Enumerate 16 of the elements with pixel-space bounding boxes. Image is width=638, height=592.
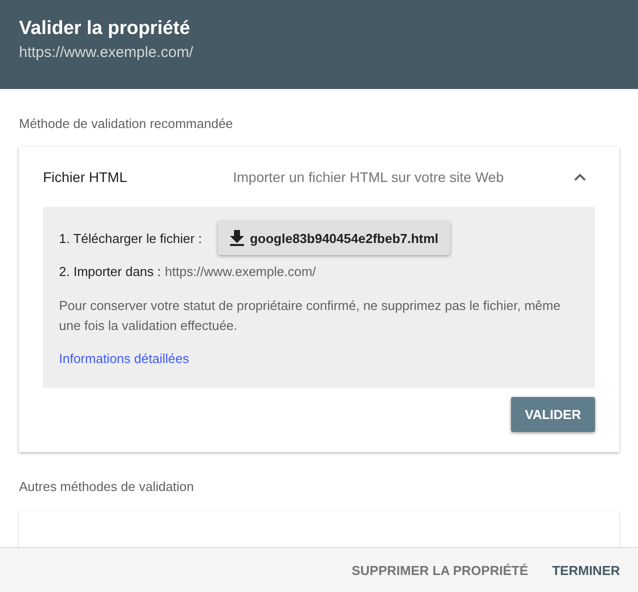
dialog-title: Valider la propriété (19, 18, 190, 40)
section-heading: Méthode de validation recommandée (19, 116, 233, 131)
step-label: 1. Télécharger le fichier : (59, 230, 202, 246)
section-heading: Autres méthodes de validation (19, 479, 194, 494)
method-name: Fichier HTML (43, 169, 128, 185)
step-label: 2. Importer dans : (59, 264, 161, 279)
validate-button[interactable]: VALIDER (510, 397, 595, 432)
note-text: Pour conserver votre statut de propriétaire confirmé, ne supprimez pas le fichier, même une fois la validation effectuée. (59, 297, 562, 335)
site-url: https://www.exemple.com/ (19, 44, 194, 61)
finish-button[interactable]: TERMINER (552, 562, 620, 578)
download-button[interactable]: google83b940454e2fbeb7.html (218, 221, 450, 255)
method-description: Importer un fichier HTML sur votre site Web (233, 169, 505, 185)
download-icon (230, 230, 244, 246)
details-link[interactable]: Informations détaillées (59, 351, 190, 366)
delete-button[interactable]: SUPPRIMER LA PROPRIÉTÉ (352, 562, 528, 578)
upload-url: https://www.exemple.com/ (164, 264, 316, 279)
